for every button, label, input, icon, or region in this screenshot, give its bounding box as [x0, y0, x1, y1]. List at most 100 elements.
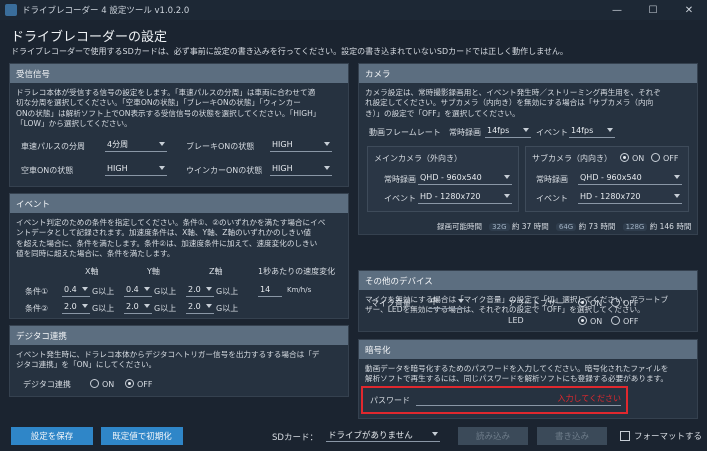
- camera-desc-3: き）」の設定で「OFF」を選択してください。: [365, 108, 520, 118]
- cond1-z-unit: G以上: [216, 287, 239, 296]
- sd-card-value: ドライブがありません: [328, 430, 413, 441]
- event-panel: イベント イベント判定のための条件を指定してください。条件①、②のいずれかを満た…: [9, 193, 349, 319]
- vacant-select[interactable]: HIGH: [105, 162, 167, 176]
- sd32-badge: 32G: [489, 223, 510, 231]
- col-x-label: X軸: [85, 267, 99, 276]
- always-fps-select[interactable]: 14fps: [485, 124, 531, 138]
- camera-panel: カメラ カメラ設定は、常時撮影録画用と、イベント発生時／ストリーミング再生用を、…: [358, 63, 698, 235]
- signal-desc-3: ONの状態」は解析ソフト上でON表示する受信信号の状態を選択してください。「HI…: [16, 108, 321, 118]
- sub-event-label: イベント: [536, 194, 568, 203]
- buzzer-off-radio[interactable]: OFF: [611, 298, 639, 308]
- sub-always-select[interactable]: QHD - 960x540: [578, 171, 682, 185]
- radio-selected-icon: [578, 316, 587, 325]
- cond1-y-select[interactable]: 0.4: [124, 283, 152, 297]
- close-button[interactable]: ✕: [671, 0, 707, 20]
- cond1-x-value: 0.4: [64, 285, 77, 294]
- cond2-label: 条件②: [25, 304, 49, 313]
- rec-time-row: 録画可能時間 32G 約 37 時間 64G 約 73 時間 128G 約 14…: [437, 221, 691, 232]
- chevron-down-icon: [144, 304, 150, 308]
- winker-label: ウインカーONの状態: [186, 166, 263, 175]
- signal-desc-2: 切な分周を選択してください。「空車ONの状態」「ブレーキONの状態」「ウィンカー: [16, 98, 301, 108]
- vacant-value: HIGH: [107, 164, 128, 173]
- password-input[interactable]: 入力してください: [416, 392, 621, 406]
- chevron-down-icon: [82, 304, 88, 308]
- cond1-z-select[interactable]: 2.0: [186, 283, 214, 297]
- speed-change-value: 14: [260, 285, 271, 294]
- encryption-desc-2: 解析ソフトで再生するには、同じパスワードを解析ソフトにも登録する必要があります。: [365, 374, 668, 384]
- cond2-x-unit: G以上: [92, 304, 115, 313]
- led-label: LED: [508, 316, 524, 325]
- brake-label: ブレーキONの状態: [186, 142, 255, 151]
- digitaco-off-radio[interactable]: OFF: [125, 379, 153, 389]
- cond2-z-select[interactable]: 2.0: [186, 300, 214, 314]
- cond1-x-select[interactable]: 0.4: [62, 283, 90, 297]
- window-title: ドライブレコーダー 4 設定ツール v1.0.2.0: [22, 6, 190, 16]
- camera-panel-title: カメラ: [359, 64, 697, 83]
- signal-desc-1: ドラレコ本体が受信する信号の設定をします。「車速パルスの分周」は車両に合わせて適: [16, 88, 316, 97]
- cond2-z-unit: G以上: [216, 304, 239, 313]
- chevron-down-icon: [324, 166, 330, 170]
- framerate-always-label: 常時録画: [449, 128, 481, 137]
- radio-selected-icon: [125, 379, 134, 388]
- sd-card-label: SDカード：: [272, 433, 318, 443]
- sub-camera-on-radio[interactable]: ON: [620, 153, 644, 163]
- sub-camera-title: サブカメラ（内向き）: [532, 154, 612, 163]
- minimize-button[interactable]: —: [599, 0, 635, 20]
- sd128-badge: 128G: [622, 223, 648, 231]
- speed-change-input[interactable]: 14: [258, 283, 282, 297]
- sd-card-select[interactable]: ドライブがありません: [326, 428, 440, 442]
- write-button[interactable]: 書き込み: [537, 427, 607, 445]
- brake-value: HIGH: [272, 140, 293, 149]
- event-fps-select[interactable]: 14fps: [569, 124, 615, 138]
- chevron-down-icon: [324, 142, 330, 146]
- led-off-radio[interactable]: OFF: [611, 316, 639, 326]
- led-on-radio[interactable]: ON: [578, 316, 602, 326]
- buzzer-label: アラートブザー: [508, 299, 564, 308]
- cond2-x-select[interactable]: 2.0: [62, 300, 90, 314]
- checkbox-icon: [620, 431, 630, 441]
- sub-event-select[interactable]: HD - 1280x720: [578, 190, 682, 204]
- digitaco-on-radio[interactable]: ON: [90, 379, 114, 389]
- encryption-panel-title: 暗号化: [359, 340, 697, 359]
- mic-select[interactable]: 中: [428, 295, 466, 309]
- format-label: フォーマットする: [634, 432, 703, 442]
- signal-panel: 受信信号 ドラレコ本体が受信する信号の設定をします。「車速パルスの分周」は車両に…: [9, 63, 349, 187]
- event-desc-3: を超えた場合に、条件を満たします。条件②は、加速度条件に加えて、速度変化のしきい: [16, 238, 318, 248]
- chevron-down-icon: [674, 194, 680, 198]
- chevron-down-icon: [82, 287, 88, 291]
- framerate-event-label: イベント: [536, 128, 568, 137]
- app-icon: [5, 4, 17, 16]
- cond1-x-unit: G以上: [92, 287, 115, 296]
- maximize-button[interactable]: ☐: [635, 0, 671, 20]
- main-event-label: イベント: [384, 194, 416, 203]
- buzzer-on-radio[interactable]: ON: [578, 298, 602, 308]
- framerate-label: 動画フレームレート: [369, 128, 441, 137]
- cond2-z-value: 2.0: [188, 302, 201, 311]
- format-checkbox[interactable]: フォーマットする: [620, 430, 702, 442]
- cond2-y-select[interactable]: 2.0: [124, 300, 152, 314]
- radio-selected-icon: [578, 298, 587, 307]
- brake-select[interactable]: HIGH: [270, 138, 332, 152]
- encryption-desc-1: 動画データを暗号化するためのパスワードを入力してください。暗号化されたファイルを: [365, 364, 669, 373]
- sub-camera-off-radio[interactable]: OFF: [651, 153, 679, 163]
- sd64-time: 約 73 時間: [578, 222, 616, 231]
- digitaco-panel: デジタコ連携 イベント発生時に、ドラレコ本体からデジタコへトリガー信号を出力する…: [9, 325, 349, 397]
- main-event-select[interactable]: HD - 1280x720: [418, 190, 512, 204]
- digitaco-on-label: ON: [102, 380, 115, 389]
- col-speed-label: 1秒あたりの速度変化: [258, 267, 336, 276]
- pulse-select[interactable]: 4分周: [105, 138, 167, 152]
- event-desc-2: ントデータとして記録されます。加速度条件は、X軸、Y軸、Z軸のいずれかのしきい値: [16, 228, 312, 238]
- main-always-select[interactable]: QHD - 960x540: [418, 171, 512, 185]
- page-title: ドライブレコーダーの設定: [11, 30, 168, 45]
- read-button[interactable]: 読み込み: [458, 427, 528, 445]
- digitaco-desc-2: ジタコ連携」を「ON」にしてください。: [16, 360, 157, 370]
- winker-select[interactable]: HIGH: [270, 162, 332, 176]
- cond2-x-value: 2.0: [64, 302, 77, 311]
- password-label: パスワード: [370, 396, 410, 405]
- reset-defaults-button[interactable]: 既定値で初期化: [101, 427, 183, 445]
- event-panel-title: イベント: [10, 194, 348, 213]
- sub-event-value: HD - 1280x720: [580, 192, 641, 201]
- save-settings-button[interactable]: 設定を保存: [11, 427, 93, 445]
- sub-always-label: 常時録画: [536, 175, 568, 184]
- event-desc-4: 値を同時に超えた場合に、条件を満たします。: [16, 249, 175, 259]
